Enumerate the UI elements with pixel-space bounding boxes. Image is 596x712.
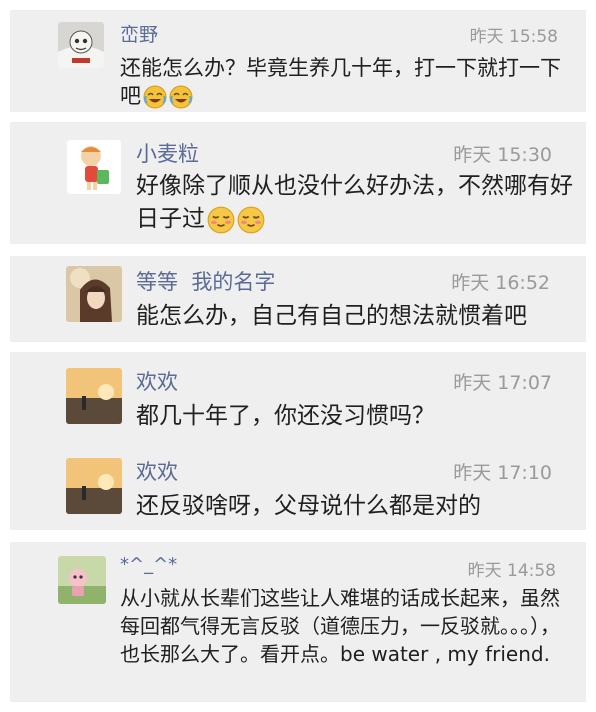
comment-card: 小麦粒 昨天 15:30 好像除了顺从也没什么好办法，不然哪有好日子过 xyxy=(10,122,586,244)
comment-text: 好像除了顺从也没什么好办法，不然哪有好日子过 xyxy=(136,170,576,236)
comment-card: 峦野 昨天 15:58 还能怎么办？毕竟生养几十年，打一下就打一下吧 xyxy=(10,10,586,112)
avatar[interactable] xyxy=(66,266,122,322)
comment-text: 能怎么办，自己有自己的想法就惯着吧 xyxy=(136,303,527,329)
timestamp: 昨天 17:07 xyxy=(453,372,552,394)
avatar[interactable] xyxy=(67,140,121,194)
timestamp: 昨天 16:52 xyxy=(451,272,550,294)
user-name[interactable]: 欢欢 xyxy=(136,456,178,486)
comment-card: 等等 我的名字 昨天 16:52 能怎么办，自己有自己的想法就惯着吧 xyxy=(10,256,586,342)
comment-card: *^_^* 昨天 14:58 从小就从长辈们这些让人难堪的话成长起来，虽然每回都… xyxy=(10,542,586,702)
user-name[interactable]: 等等 我的名字 xyxy=(136,266,275,296)
user-name[interactable]: 小麦粒 xyxy=(136,138,199,168)
comment-text: 都几十年了，你还没习惯吗？ xyxy=(136,403,435,429)
laugh-cry-emoji xyxy=(169,85,193,109)
avatar[interactable] xyxy=(58,22,104,68)
avatar[interactable] xyxy=(66,458,122,514)
sly-smile-emoji xyxy=(207,206,235,234)
user-name[interactable]: 欢欢 xyxy=(136,366,178,396)
user-name[interactable]: *^_^* xyxy=(120,554,177,575)
timestamp: 昨天 15:30 xyxy=(453,144,552,166)
avatar[interactable] xyxy=(58,556,106,604)
laugh-cry-emoji xyxy=(143,85,167,109)
comment-card: 欢欢 昨天 17:07 都几十年了，你还没习惯吗？ 欢欢 昨天 17:10 还反… xyxy=(10,352,586,530)
comment-text: 还反驳啥呀，父母说什么都是对的 xyxy=(136,493,481,519)
timestamp: 昨天 14:58 xyxy=(467,561,556,581)
comment-text: 还能怎么办？毕竟生养几十年，打一下就打一下吧 xyxy=(120,54,575,110)
timestamp: 昨天 17:10 xyxy=(453,462,552,484)
comment-text-body: 好像除了顺从也没什么好办法，不然哪有好日子过 xyxy=(136,173,573,232)
avatar[interactable] xyxy=(66,368,122,424)
sly-smile-emoji xyxy=(237,206,265,234)
comment-text: 从小就从长辈们这些让人难堪的话成长起来，虽然每回都气得无言反驳（道德压力，一反驳… xyxy=(120,586,560,666)
user-name[interactable]: 峦野 xyxy=(120,20,158,47)
timestamp: 昨天 15:58 xyxy=(469,27,558,47)
